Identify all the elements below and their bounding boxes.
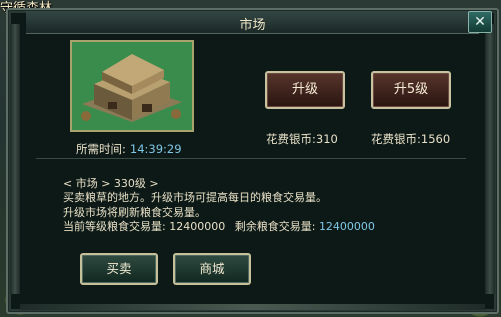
upgrade-5-cost: 花费银币:1560 bbox=[371, 132, 451, 146]
required-time-value: 14:39:29 bbox=[129, 142, 182, 156]
shop-button[interactable]: 商城 bbox=[173, 253, 251, 285]
remaining-volume-value: 12400000 bbox=[318, 219, 375, 233]
frame-bottom bbox=[20, 304, 485, 310]
upgrade-5-button[interactable]: 升5级 bbox=[371, 71, 451, 109]
market-level-header: < 市场 > 330级 > bbox=[63, 177, 159, 190]
description-line-2: 升级市场将刷新粮食交易量。 bbox=[63, 205, 206, 219]
upgrade-cost: 花费银币:310 bbox=[266, 132, 338, 146]
current-volume-label: 当前等级粮食交易量: bbox=[63, 219, 166, 233]
remaining-volume-label: 剩余粮食交易量: bbox=[234, 219, 316, 233]
divider bbox=[36, 158, 466, 159]
market-description: < 市场 > 330级 > 买卖粮草的地方。升级市场可提高每日的粮食交易量。 升… bbox=[63, 177, 375, 234]
trade-volume-line: 当前等级粮食交易量: 12400000 剩余粮食交易量: 12400000 bbox=[63, 220, 375, 234]
buy-sell-button[interactable]: 买卖 bbox=[80, 253, 158, 285]
required-time-label: 所需时间: bbox=[76, 142, 126, 156]
close-icon[interactable]: ✕ bbox=[468, 11, 492, 33]
required-time: 所需时间: 14:39:29 bbox=[76, 141, 182, 157]
market-window: 市场 ✕ 所需时间: 14:39:29 升级 升5级 花费银币:310 花费银币:… bbox=[6, 8, 499, 314]
description-line-1: 买卖粮草的地方。升级市场可提高每日的粮食交易量。 bbox=[63, 191, 327, 205]
window-title: 市场 bbox=[239, 18, 266, 33]
market-building-image bbox=[70, 40, 194, 132]
upgrade-button[interactable]: 升级 bbox=[265, 71, 345, 109]
current-volume-value: 12400000 bbox=[169, 219, 226, 233]
title-bar: 市场 bbox=[26, 11, 479, 34]
frame-left-rail bbox=[10, 24, 20, 294]
frame-right-rail bbox=[485, 24, 495, 294]
